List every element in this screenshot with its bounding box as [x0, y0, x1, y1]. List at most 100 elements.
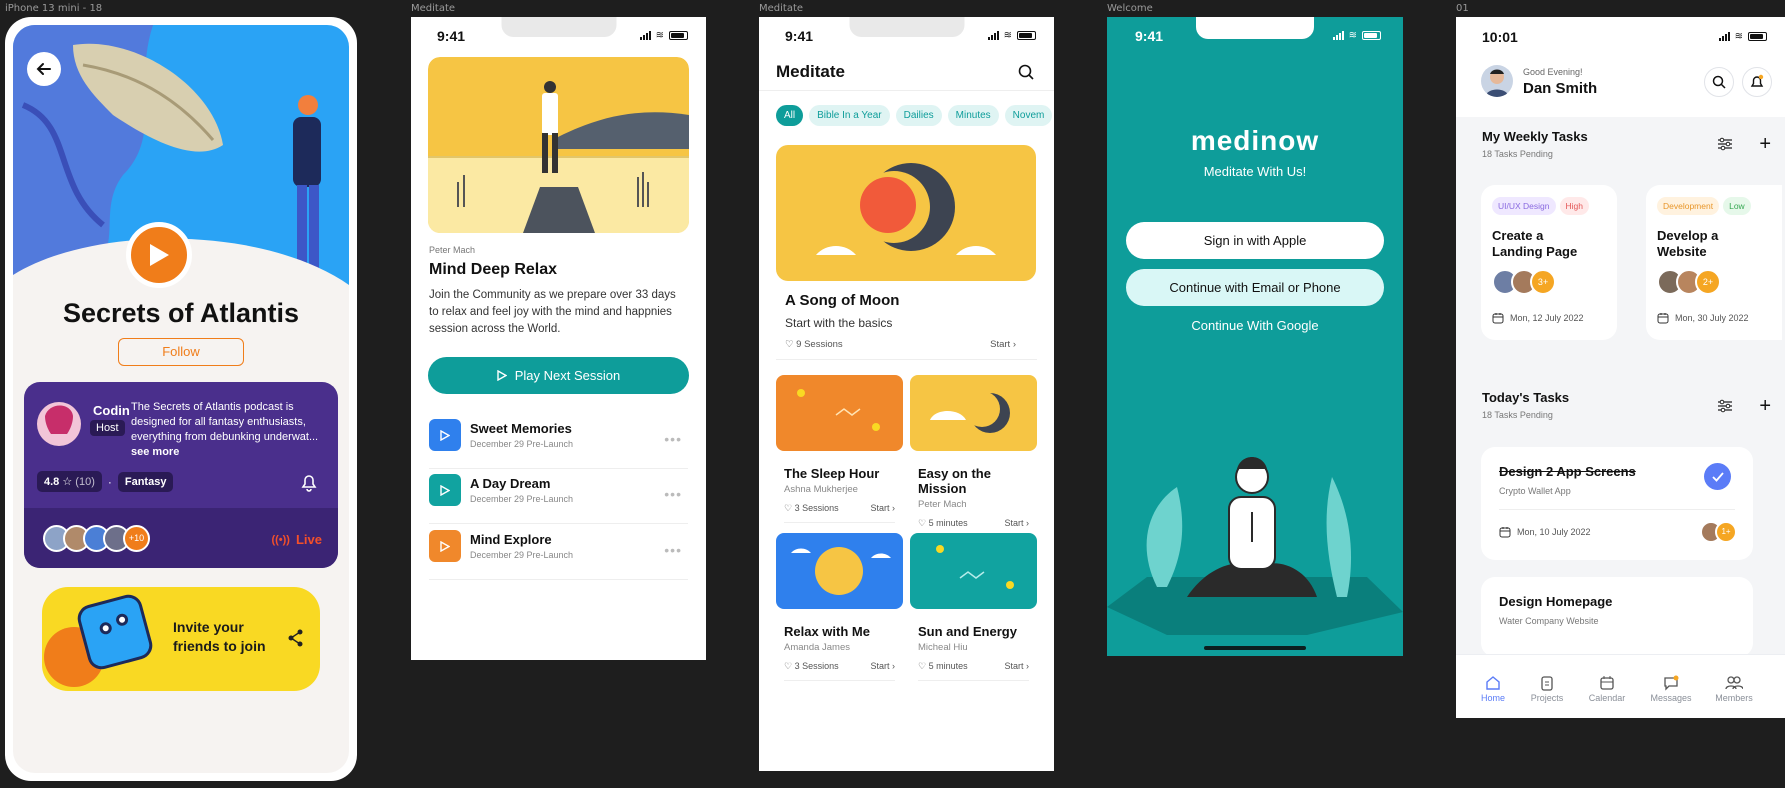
notch: [1196, 17, 1314, 39]
card-meta-label: 3 Sessions: [794, 503, 839, 513]
add-task-icon[interactable]: +: [1759, 395, 1771, 418]
assignee-avatars: 3+: [1492, 269, 1556, 295]
filter-chip-all[interactable]: All: [776, 105, 804, 126]
frame-label: iPhone 13 mini - 18: [5, 3, 103, 14]
rating-value: 4.8: [44, 476, 60, 488]
nav-messages[interactable]: Messages: [1646, 675, 1696, 703]
frame-label: Meditate: [759, 3, 804, 14]
nav-label: Messages: [1650, 693, 1692, 703]
today-task-card[interactable]: Design Homepage Water Company Website: [1481, 577, 1753, 657]
weekly-task-card[interactable]: Development Low Develop a Website 2+ Mon…: [1646, 185, 1782, 340]
divider: [759, 90, 1054, 91]
weekly-task-card[interactable]: UI/UX Design High Create a Landing Page …: [1481, 185, 1617, 340]
more-options-icon[interactable]: •••: [664, 431, 682, 447]
notification-button[interactable]: [1742, 67, 1772, 97]
follow-button[interactable]: Follow: [118, 338, 244, 366]
signal-icon: [987, 31, 999, 40]
card-meta-label: 3 Sessions: [794, 661, 839, 671]
divider: [1499, 509, 1735, 510]
card-start-link[interactable]: Start ›: [1004, 518, 1029, 529]
description-text: The Secrets of Atlantis podcast is desig…: [131, 401, 319, 443]
nav-projects[interactable]: Projects: [1522, 675, 1572, 703]
filter-chip[interactable]: Bible In a Year: [809, 105, 890, 126]
play-button[interactable]: [126, 222, 192, 288]
card-start-link[interactable]: Start ›: [870, 503, 895, 514]
session-item-title: A Day Dream: [470, 476, 551, 491]
nav-home[interactable]: Home: [1468, 675, 1518, 703]
see-more-link[interactable]: see more: [131, 446, 179, 458]
play-next-session-button[interactable]: Play Next Session: [428, 357, 689, 394]
card-start-link[interactable]: Start ›: [870, 661, 895, 672]
meditation-card[interactable]: The Sleep Hour Ashna Mukherjee ♡ 3 Sessi…: [776, 375, 903, 523]
session-play-icon: [429, 419, 461, 451]
live-indicator: ((•)) Live: [271, 532, 322, 547]
users-icon: [1725, 676, 1744, 690]
featured-start-link[interactable]: Start ›: [990, 339, 1016, 350]
avatar[interactable]: [1481, 65, 1513, 97]
continue-email-button[interactable]: Continue with Email or Phone: [1126, 269, 1384, 306]
home-icon: [1486, 676, 1500, 690]
filter-icon[interactable]: [1717, 137, 1733, 156]
battery-icon: [1017, 31, 1036, 40]
card-start-link[interactable]: Start ›: [1004, 661, 1029, 672]
filter-chip[interactable]: Minutes: [947, 105, 999, 126]
calendar-icon: [1657, 313, 1669, 324]
battery-icon: [669, 31, 688, 40]
card-illustration: [776, 533, 903, 609]
due-date-text: Mon, 12 July 2022: [1510, 313, 1584, 323]
card-title: Easy on the Mission: [918, 466, 991, 496]
search-button[interactable]: [1704, 67, 1734, 97]
heart-icon[interactable]: ♡: [785, 339, 794, 350]
task-title: Design Homepage: [1499, 594, 1613, 609]
filter-icon[interactable]: [1717, 399, 1733, 418]
session-item[interactable]: A Day Dream December 29 Pre-Launch •••: [429, 470, 688, 524]
meditation-card[interactable]: Relax with Me Amanda James ♡ 3 Sessions …: [776, 533, 903, 681]
nav-label: Calendar: [1588, 693, 1626, 703]
heart-icon[interactable]: ♡: [784, 661, 792, 671]
podcast-screen: Secrets of Atlantis Follow Codin Host Th…: [5, 17, 357, 781]
continue-google-link[interactable]: Continue With Google: [1107, 318, 1403, 333]
session-play-icon: [429, 530, 461, 562]
moon-sun-illustration[interactable]: [776, 145, 1036, 281]
broadcast-icon: ((•)): [271, 533, 290, 546]
task-dashboard-screen: 10:01 ≋ Good Evening! Dan Smith My Weekl…: [1456, 17, 1785, 718]
frame-label: Meditate: [411, 3, 456, 14]
back-button[interactable]: [27, 52, 61, 86]
session-item[interactable]: Mind Explore December 29 Pre-Launch •••: [429, 526, 688, 580]
today-task-card[interactable]: Design 2 App Screens Crypto Wallet App M…: [1481, 447, 1753, 560]
home-indicator: [1204, 646, 1306, 650]
priority-tag: Low: [1723, 197, 1751, 215]
bell-icon[interactable]: [300, 472, 318, 497]
task-subtitle: Crypto Wallet App: [1499, 486, 1571, 496]
host-role-badge: Host: [90, 420, 125, 436]
heart-icon[interactable]: ♡: [918, 661, 926, 671]
calendar-icon: [1600, 676, 1614, 690]
add-task-icon[interactable]: +: [1759, 133, 1771, 156]
meditation-card[interactable]: Easy on the Mission Peter Mach ♡ 5 minut…: [910, 375, 1037, 538]
more-options-icon[interactable]: •••: [664, 542, 682, 558]
sign-in-apple-button[interactable]: Sign in with Apple: [1126, 222, 1384, 259]
session-item-title: Mind Explore: [470, 532, 552, 547]
meditation-card[interactable]: Sun and Energy Micheal Hiu ♡ 5 minutes S…: [910, 533, 1037, 681]
start-label: Start: [1004, 661, 1024, 671]
session-item[interactable]: Sweet Memories December 29 Pre-Launch ••…: [429, 415, 688, 469]
card-meta-label: 5 minutes: [928, 518, 968, 528]
session-item-title: Sweet Memories: [470, 421, 572, 436]
filter-chip[interactable]: Novem: [1004, 105, 1053, 126]
host-name: Codin: [93, 403, 130, 418]
heart-icon[interactable]: ♡: [784, 503, 792, 513]
wifi-icon: ≋: [1348, 30, 1357, 41]
podcast-meta: 4.8 ☆ (10) · Fantasy: [37, 471, 174, 492]
more-options-icon[interactable]: •••: [664, 486, 682, 502]
search-icon[interactable]: [1018, 64, 1034, 85]
calendar-icon: [1499, 527, 1511, 538]
nav-members[interactable]: Members: [1709, 675, 1759, 703]
share-icon[interactable]: [288, 629, 304, 652]
heart-icon[interactable]: ♡: [918, 518, 926, 528]
filter-chip[interactable]: Dailies: [895, 105, 942, 126]
invite-card[interactable]: Invite your friends to join: [42, 587, 320, 691]
host-avatar: [37, 402, 81, 446]
nav-calendar[interactable]: Calendar: [1582, 675, 1632, 703]
author-name: Peter Mach: [429, 245, 476, 255]
completed-check-icon[interactable]: [1704, 463, 1731, 490]
